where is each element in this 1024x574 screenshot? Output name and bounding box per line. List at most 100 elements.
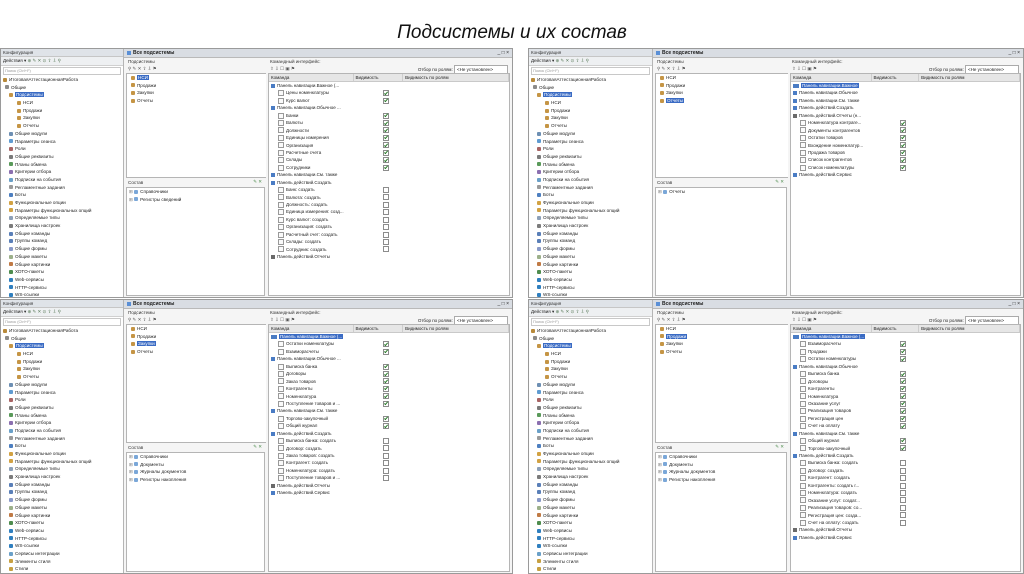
subsystem-item[interactable]: Продажи (131, 333, 266, 341)
tree-item[interactable]: Стили (531, 565, 652, 573)
tree-item[interactable]: Web-сервисы (531, 527, 652, 535)
tree-item[interactable]: WS-ссылки (531, 291, 652, 297)
tree-item[interactable]: Регламентные задания (531, 435, 652, 443)
command-table[interactable]: Команда Видимость Видимость по ролям Панель… (790, 73, 1021, 296)
table-row[interactable]: Контрагент: создать (791, 474, 1020, 482)
visibility-checkbox[interactable] (383, 112, 389, 119)
tree-item[interactable]: HTTP-сервисы (3, 535, 123, 543)
visibility-checkbox[interactable] (383, 460, 389, 467)
tree-item[interactable]: ИтоговаяАттестационнаяРабота (531, 76, 652, 84)
tree-item[interactable]: WS-ссылки (3, 542, 123, 550)
tree-item[interactable]: Закупки (531, 114, 652, 122)
table-row[interactable]: Торгово-закупочный (269, 415, 509, 422)
visibility-checkbox[interactable] (900, 356, 906, 363)
table-row[interactable]: Панель действий.Сервис (791, 534, 1020, 541)
visibility-checkbox[interactable] (383, 90, 389, 97)
tree-item[interactable]: Продажи (531, 358, 652, 366)
tree-item[interactable]: Группы команд (531, 237, 652, 245)
table-row[interactable]: Остатки товаров (791, 134, 1020, 141)
visibility-checkbox[interactable] (383, 231, 389, 238)
tree-item[interactable]: Общие картинки (3, 261, 123, 269)
table-row[interactable]: Единица измерения: созд... (269, 208, 509, 216)
table-row[interactable]: Номенклатура (269, 393, 509, 400)
table-row[interactable]: Выписка банка: создать (791, 459, 1020, 467)
tree-item[interactable]: Параметры сеанса (3, 389, 123, 397)
visibility-checkbox[interactable] (383, 363, 389, 370)
tree-item[interactable]: Подписки на события (3, 427, 123, 435)
visibility-checkbox[interactable] (383, 475, 389, 482)
table-row[interactable]: Список номенклатуры (791, 164, 1020, 171)
toolbar-icons[interactable]: ⊕ ✎ ✕ ⊙ ⇧ ⇩ ⚲ (554, 58, 588, 63)
visibility-checkbox[interactable] (383, 127, 389, 134)
visibility-checkbox[interactable] (383, 371, 389, 377)
tree-item[interactable]: XDTO-пакеты (531, 519, 652, 527)
tree-item[interactable]: Подсистемы (531, 91, 652, 99)
tree-item[interactable]: Подписки на события (531, 427, 652, 435)
visibility-checkbox[interactable] (900, 127, 906, 134)
table-row[interactable]: Остатки номенклатуры (791, 355, 1020, 363)
table-row[interactable]: Счет на оплату (791, 422, 1020, 430)
search-input[interactable]: Поиск (Ctrl+F) (3, 318, 121, 326)
visibility-checkbox[interactable] (383, 423, 389, 430)
table-row[interactable]: Должности (269, 127, 509, 134)
visibility-checkbox[interactable] (383, 385, 389, 392)
visibility-checkbox[interactable] (383, 341, 389, 348)
tree-item[interactable]: Общие модули (3, 381, 123, 389)
tree-item[interactable]: Общие команды (531, 230, 652, 238)
tree-item[interactable]: Функциональные опции (3, 199, 123, 207)
table-row[interactable]: Валюты (269, 119, 509, 126)
subsystems-list[interactable]: НСИ Продажи Закупки Отчеты (126, 324, 266, 443)
tree-item[interactable]: Элементы стиля (531, 558, 652, 566)
composition-list[interactable]: ⊞ Справочники ⊞ Документы ⊞ Журналы докуме… (126, 452, 265, 572)
table-row[interactable]: Взаиморасчеты (269, 348, 509, 355)
visibility-checkbox[interactable] (900, 415, 906, 422)
toolbar-icons[interactable]: ⊕ ✎ ✕ ⊙ ⇧ ⇩ ⚲ (26, 58, 60, 63)
tree-item[interactable]: Параметры функциональных опций (3, 207, 123, 215)
visibility-checkbox[interactable] (900, 437, 906, 444)
table-row[interactable]: Выписка банка (791, 370, 1020, 377)
composition-item[interactable]: ⊞ Документы (127, 461, 264, 469)
table-row[interactable]: Панель действий.Создать (791, 104, 1020, 111)
subsystem-item[interactable]: Продажи (131, 82, 266, 90)
visibility-checkbox[interactable] (383, 149, 389, 156)
role-filter[interactable]: Отбор по ролям: <Не установлен> (929, 65, 1019, 74)
visibility-checkbox[interactable] (383, 186, 389, 193)
subsystems-list[interactable]: НСИ Продажи Закупки Отчеты (126, 73, 266, 178)
subsystems-toolbar[interactable]: ⚲ ✎ ✕ ⇧ ⇩ ⚑ (655, 65, 788, 72)
tree-item[interactable]: Планы обмена (3, 412, 123, 420)
command-table[interactable]: Команда Видимость Видимость по ролям Панель… (268, 324, 510, 572)
table-row[interactable]: Панель действий.Создать (791, 452, 1020, 459)
tree-item[interactable]: Группы команд (531, 488, 652, 496)
tree-item[interactable]: Функциональные опции (3, 450, 123, 458)
tree-item[interactable]: Закупки (531, 365, 652, 373)
tree-item[interactable]: Планы обмена (3, 161, 123, 169)
composition-item[interactable]: ⊞ Отчеты (656, 188, 786, 196)
table-row[interactable]: Панель действий.Отчеты (269, 482, 509, 489)
visibility-checkbox[interactable] (383, 142, 389, 149)
tree-item[interactable]: Общие формы (3, 245, 123, 253)
table-row[interactable]: Номенклатура: создать (791, 489, 1020, 496)
table-row[interactable]: Общий журнал (791, 437, 1020, 444)
tree-item[interactable]: Общие (3, 84, 123, 92)
table-row[interactable]: Панель навигации.Обычное ... (269, 104, 509, 111)
tree-item[interactable]: Роли (531, 145, 652, 153)
table-row[interactable]: Договоры (791, 378, 1020, 385)
table-row[interactable]: Поступление товаров и ... (269, 474, 509, 482)
table-row[interactable]: Склады: создать (269, 238, 509, 245)
visibility-checkbox[interactable] (900, 497, 906, 504)
tree-item[interactable]: Параметры сеанса (531, 389, 652, 397)
visibility-checkbox[interactable] (900, 371, 906, 377)
tree-item[interactable]: Регламентные задания (3, 184, 123, 192)
tree-item[interactable]: Параметры сеанса (531, 138, 652, 146)
tree-item[interactable]: Общие модули (3, 130, 123, 138)
table-row[interactable]: Оказание услуг (791, 400, 1020, 407)
tree-item[interactable]: Хранилища настроек (3, 222, 123, 230)
subsystems-toolbar[interactable]: ⚲ ✎ ✕ ⇧ ⇩ ⚑ (126, 316, 266, 323)
tree-item[interactable]: НСИ (3, 99, 123, 107)
tree-item[interactable]: Общие макеты (531, 253, 652, 261)
table-row[interactable]: Панель навигации.См. также (791, 97, 1020, 104)
table-row[interactable]: Номенклатура: создать (269, 467, 509, 474)
subsystem-item[interactable]: НСИ (131, 325, 266, 333)
composition-item[interactable]: ⊞ Регистры накопления (127, 476, 264, 484)
composition-item[interactable]: ⊞ Регистры накопления (656, 476, 786, 484)
